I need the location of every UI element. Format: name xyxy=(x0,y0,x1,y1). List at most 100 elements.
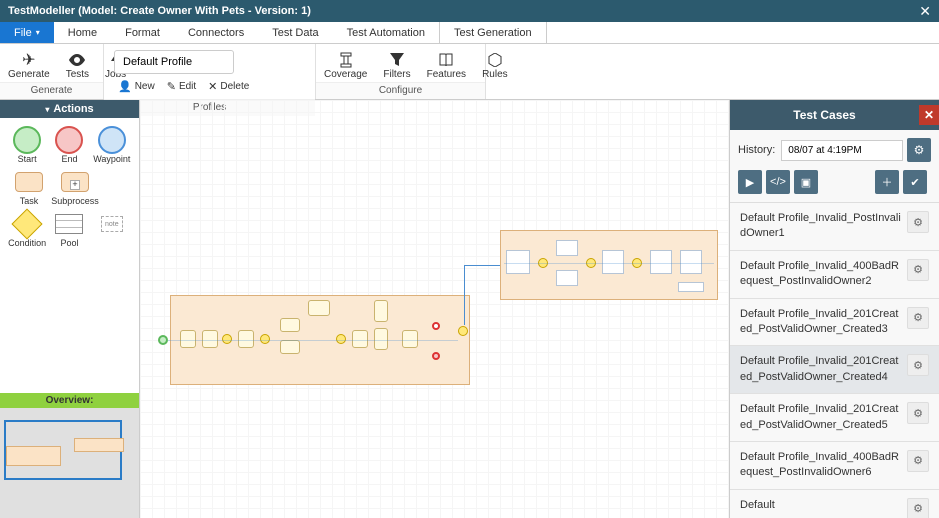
menu-home[interactable]: Home xyxy=(54,22,111,43)
waypoint-node-icon xyxy=(98,126,126,154)
overview-header: Overview: xyxy=(0,393,139,408)
diagram-node[interactable] xyxy=(402,330,418,348)
menu-file[interactable]: File ▾ xyxy=(0,22,54,43)
diagram-node[interactable] xyxy=(506,250,530,274)
test-case-name: Default Profile_Invalid_400BadRequest_Po… xyxy=(740,450,901,481)
profile-input[interactable] xyxy=(114,50,234,74)
generate-button-label: Generate xyxy=(8,69,50,80)
edit-profile-button[interactable]: ✎Edit xyxy=(161,76,202,97)
run-button[interactable]: ▶ xyxy=(738,170,762,194)
diagram-node[interactable] xyxy=(602,250,624,274)
test-case-settings-button[interactable]: ⚙ xyxy=(907,211,929,233)
overview-minimap[interactable] xyxy=(0,408,139,518)
tests-button-label: Tests xyxy=(66,69,89,80)
test-case-name: Default Profile_Invalid_PostInvalidOwner… xyxy=(740,211,901,242)
test-case-item[interactable]: Default Profile_Invalid_201Created_PostV… xyxy=(730,299,939,347)
diagram-node[interactable] xyxy=(556,270,578,286)
diagram-gateway[interactable] xyxy=(458,326,468,336)
test-cases-list[interactable]: Default Profile_Invalid_PostInvalidOwner… xyxy=(730,202,939,518)
window-title: TestModeller (Model: Create Owner With P… xyxy=(8,5,919,17)
menu-test-data[interactable]: Test Data xyxy=(258,22,332,43)
diagram-end-node[interactable] xyxy=(432,322,440,330)
add-test-case-button[interactable]: ＋ xyxy=(875,170,899,194)
test-case-settings-button[interactable]: ⚙ xyxy=(907,259,929,281)
test-cases-panel: Test Cases ✕ History: 08/07 at 4:19PM ⚙ … xyxy=(729,100,939,518)
diagram-node[interactable] xyxy=(678,282,704,292)
diagram-edge xyxy=(168,340,458,341)
test-case-settings-button[interactable]: ⚙ xyxy=(907,498,929,518)
window-close-button[interactable]: ✕ xyxy=(919,3,931,20)
diagram-node[interactable] xyxy=(374,300,388,322)
close-panel-button[interactable]: ✕ xyxy=(919,105,939,125)
palette-start[interactable]: Start xyxy=(8,126,46,164)
coverage-button[interactable]: Coverage xyxy=(316,47,375,80)
palette-end[interactable]: End xyxy=(50,126,88,164)
main-area: ▾Actions Start End Waypoint xyxy=(0,100,939,518)
chevron-down-icon: ▾ xyxy=(36,28,40,37)
test-cases-actions: ▶ </> ▣ ＋ ✔ xyxy=(730,170,939,202)
rules-button[interactable]: Rules xyxy=(474,47,516,80)
test-case-settings-button[interactable]: ⚙ xyxy=(907,307,929,329)
airplane-icon: ✈ xyxy=(22,51,35,69)
code-button[interactable]: </> xyxy=(766,170,790,194)
features-button[interactable]: Features xyxy=(419,47,474,80)
delete-profile-button[interactable]: ✕Delete xyxy=(202,76,255,97)
test-case-item[interactable]: Default Profile_Invalid_400BadRequest_Po… xyxy=(730,442,939,490)
diagram-node[interactable] xyxy=(280,318,300,332)
test-case-item[interactable]: Default Profile_Invalid_201Created_PostV… xyxy=(730,346,939,394)
menu-test-generation[interactable]: Test Generation xyxy=(439,22,547,43)
menu-test-automation[interactable]: Test Automation xyxy=(333,22,439,43)
palette-note[interactable]: note xyxy=(93,210,131,248)
diagram-gateway[interactable] xyxy=(260,334,270,344)
user-icon: 👤 xyxy=(118,80,132,93)
task-node-icon xyxy=(15,172,43,192)
new-profile-button[interactable]: 👤New xyxy=(112,76,161,97)
diagram-node[interactable] xyxy=(180,330,196,348)
test-case-item[interactable]: Default Profile_Invalid_201Created_PostV… xyxy=(730,394,939,442)
toolbar-group-profiles: 👤New ✎Edit ✕Delete Profiles xyxy=(104,44,316,99)
start-node-icon xyxy=(13,126,41,154)
diagram-node[interactable] xyxy=(352,330,368,348)
test-case-item[interactable]: Default Profile_Invalid_400BadRequest_Po… xyxy=(730,251,939,299)
canvas[interactable] xyxy=(140,100,729,518)
history-select[interactable]: 08/07 at 4:19PM xyxy=(781,140,903,161)
toolbar-group-configure: Coverage Filters Features Rules xyxy=(316,44,486,99)
test-case-item[interactable]: Default⚙ xyxy=(730,490,939,518)
x-icon: ✕ xyxy=(208,80,217,93)
filters-button[interactable]: Filters xyxy=(375,47,418,80)
confirm-button[interactable]: ✔ xyxy=(903,170,927,194)
test-case-settings-button[interactable]: ⚙ xyxy=(907,402,929,424)
menu-connectors[interactable]: Connectors xyxy=(174,22,258,43)
features-button-label: Features xyxy=(427,69,466,80)
test-case-settings-button[interactable]: ⚙ xyxy=(907,354,929,376)
menu-bar: File ▾ Home Format Connectors Test Data … xyxy=(0,22,939,44)
menu-format[interactable]: Format xyxy=(111,22,174,43)
diagram-node[interactable] xyxy=(280,340,300,354)
end-node-icon xyxy=(55,126,83,154)
diagram-gateway[interactable] xyxy=(336,334,346,344)
tests-button[interactable]: Tests xyxy=(58,47,97,80)
palette-condition[interactable]: Condition xyxy=(8,210,46,248)
diagram-end-node[interactable] xyxy=(432,352,440,360)
diagram-node[interactable] xyxy=(374,328,388,350)
generate-button[interactable]: ✈ Generate xyxy=(0,47,58,80)
diagram-node[interactable] xyxy=(308,300,330,316)
diagram-node[interactable] xyxy=(202,330,218,348)
export-button[interactable]: ▣ xyxy=(794,170,818,194)
palette-subprocess[interactable]: Subprocess xyxy=(54,168,96,206)
diagram-node[interactable] xyxy=(556,240,578,256)
filter-icon xyxy=(390,51,404,69)
test-case-settings-button[interactable]: ⚙ xyxy=(907,450,929,472)
diagram-node[interactable] xyxy=(238,330,254,348)
test-case-item[interactable]: Default Profile_Invalid_PostInvalidOwner… xyxy=(730,203,939,251)
pool-node-icon xyxy=(55,214,83,234)
diagram-node[interactable] xyxy=(650,250,672,274)
history-settings-button[interactable]: ⚙ xyxy=(907,138,931,162)
diagram-gateway[interactable] xyxy=(222,334,232,344)
palette-task[interactable]: Task xyxy=(8,168,50,206)
palette-waypoint[interactable]: Waypoint xyxy=(93,126,131,164)
diagram-start-node[interactable] xyxy=(158,335,168,345)
palette-pool[interactable]: Pool xyxy=(50,210,88,248)
diagram-node[interactable] xyxy=(680,250,702,274)
actions-panel-header[interactable]: ▾Actions xyxy=(0,100,139,118)
